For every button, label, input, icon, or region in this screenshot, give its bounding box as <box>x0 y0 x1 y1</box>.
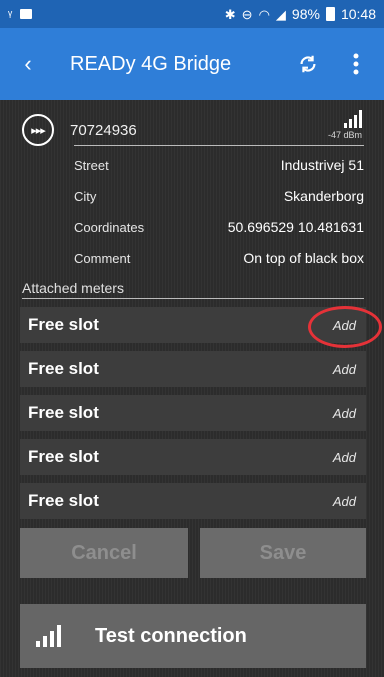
test-connection-label: Test connection <box>95 624 247 647</box>
refresh-icon <box>300 55 316 73</box>
info-label: City <box>74 188 97 204</box>
info-value: On top of black box <box>243 250 364 266</box>
meter-slot-2: Free slot Add <box>20 351 366 387</box>
signal-strength-icon <box>328 110 362 128</box>
info-label: Coordinates <box>74 219 145 235</box>
info-row-comment: Comment On top of black box <box>74 246 364 270</box>
device-id: 70724936 <box>70 121 137 139</box>
info-label: Street <box>74 157 109 173</box>
wifi-icon: ◠ <box>258 6 270 22</box>
battery-percent: 98% <box>291 6 320 22</box>
do-not-disturb-icon: ⊖ <box>241 6 253 22</box>
meter-slot-5: Free slot Add <box>20 483 366 519</box>
slot-label: Free slot <box>28 447 99 466</box>
slot-label: Free slot <box>28 403 99 422</box>
notification-icon <box>20 9 33 19</box>
add-meter-button[interactable]: Add <box>333 450 356 465</box>
app-title: READy 4G Bridge <box>70 52 232 75</box>
app-bar: ‹ READy 4G Bridge <box>0 28 384 100</box>
info-row-city: City Skanderborg <box>74 184 364 208</box>
slot-label: Free slot <box>28 315 99 334</box>
test-connection-button[interactable]: Test connection <box>20 604 366 668</box>
section-divider <box>22 298 364 299</box>
info-row-street: Street Industrivej 51 <box>74 153 364 177</box>
meter-slot-4: Free slot Add <box>20 439 366 475</box>
info-row-coordinates: Coordinates 50.696529 10.481631 <box>74 215 364 239</box>
refresh-button[interactable] <box>284 36 332 92</box>
status-right: ✱ ⊖ ◠ ◢ 98% 10:48 <box>225 6 376 22</box>
add-meter-button[interactable]: Add <box>333 362 356 377</box>
content-area: ▸▸▸ 70724936 -47 dBm Street Industrivej … <box>0 100 384 677</box>
attached-meters-label: Attached meters <box>22 280 124 296</box>
signal-icon: ◢ <box>275 6 286 22</box>
status-left: ᵞ <box>8 6 33 22</box>
meter-device-icon: ▸▸▸ <box>22 114 54 146</box>
info-value: 50.696529 10.481631 <box>227 219 364 235</box>
status-bar: ᵞ ✱ ⊖ ◠ ◢ 98% 10:48 <box>0 0 384 28</box>
signal-dbm: -47 dBm <box>327 130 362 140</box>
overflow-menu-icon <box>353 53 359 75</box>
info-value: Skanderborg <box>283 188 364 204</box>
wifi-call-icon: ᵞ <box>8 6 13 22</box>
device-divider <box>74 145 364 146</box>
cancel-button[interactable]: Cancel <box>20 528 188 578</box>
slot-label: Free slot <box>28 491 99 510</box>
info-value: Industrivej 51 <box>280 157 364 173</box>
device-header: ▸▸▸ 70724936 -47 dBm <box>22 110 362 150</box>
back-button[interactable]: ‹ <box>0 36 56 92</box>
add-meter-button[interactable]: Add <box>333 406 356 421</box>
meter-slot-3: Free slot Add <box>20 395 366 431</box>
signal-strength-icon <box>36 625 61 647</box>
battery-icon <box>325 7 335 21</box>
add-highlight-circle <box>308 306 382 348</box>
slot-label: Free slot <box>28 359 99 378</box>
save-button[interactable]: Save <box>200 528 366 578</box>
back-arrow-icon: ‹ <box>24 51 32 76</box>
info-label: Comment <box>74 250 131 266</box>
add-meter-button[interactable]: Add <box>333 494 356 509</box>
status-time: 10:48 <box>340 6 376 22</box>
signal-block: -47 dBm <box>328 110 362 140</box>
bluetooth-icon: ✱ <box>224 6 236 22</box>
overflow-menu-button[interactable] <box>332 36 380 92</box>
